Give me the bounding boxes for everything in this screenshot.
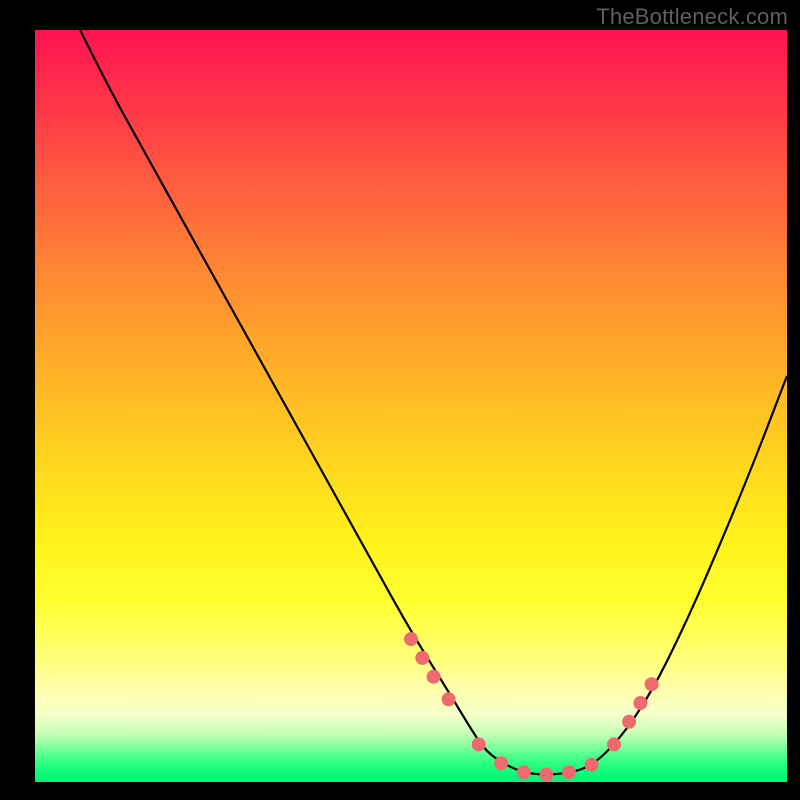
marker-dot <box>415 651 429 665</box>
chart-frame: TheBottleneck.com <box>0 0 800 800</box>
marker-dot <box>442 692 456 706</box>
marker-dot <box>562 765 576 779</box>
marker-dot <box>404 632 418 646</box>
marker-dot <box>585 758 599 772</box>
bottleneck-curve-path <box>80 30 787 775</box>
marker-group <box>404 632 659 781</box>
plot-area <box>35 30 787 782</box>
marker-dot <box>472 737 486 751</box>
marker-dot <box>539 768 553 782</box>
watermark-text: TheBottleneck.com <box>596 4 788 30</box>
marker-dot <box>517 765 531 779</box>
marker-dot <box>607 737 621 751</box>
marker-dot <box>645 677 659 691</box>
marker-dot <box>622 715 636 729</box>
marker-dot <box>494 756 508 770</box>
marker-dot <box>427 670 441 684</box>
marker-dot <box>633 696 647 710</box>
curve-svg <box>35 30 787 782</box>
